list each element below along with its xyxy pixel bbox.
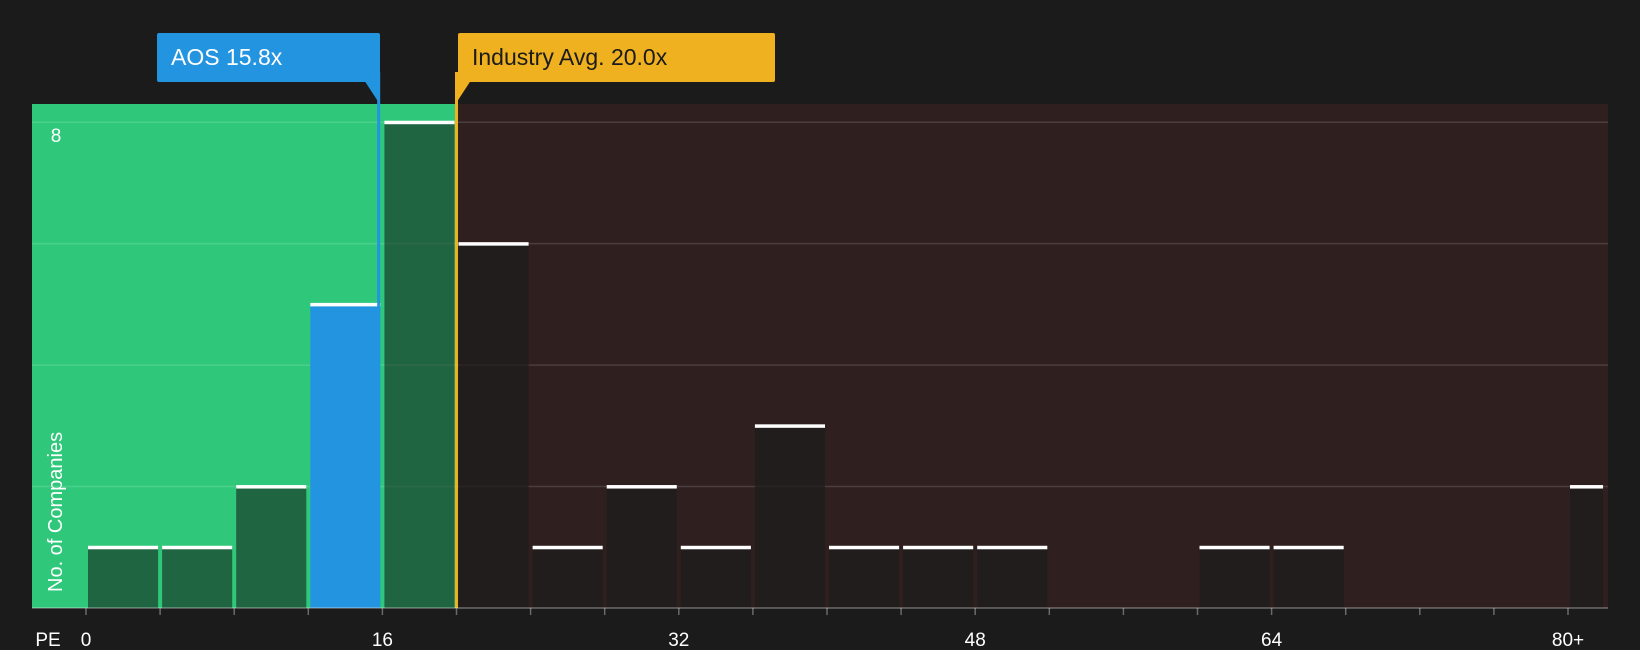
bar-cap: [88, 545, 159, 550]
industry-avg-callout: Industry Avg. 20.0x: [458, 33, 775, 82]
y-tick-label: 8: [51, 126, 62, 147]
pe-distribution-chart: 0 16 32 48 64 80+ PE 8 No. of Companies: [32, 72, 1608, 650]
bar-cap: [458, 242, 529, 246]
histogram-bar: [1570, 486, 1604, 608]
bar-cap: [236, 485, 307, 489]
histogram-bar: [1199, 547, 1270, 608]
histogram-bar: [606, 486, 677, 608]
histogram-bar: [532, 547, 603, 608]
histogram-bar: [977, 547, 1048, 608]
histogram-bar: [1273, 547, 1344, 608]
bar-cap: [977, 545, 1048, 550]
histogram-bar: [236, 486, 307, 608]
bar-cap: [310, 302, 381, 307]
histogram-bar: [903, 547, 974, 608]
histogram-bar: [458, 243, 529, 608]
bar-cap: [1199, 545, 1270, 550]
x-tick-label: 0: [81, 630, 92, 650]
histogram-bar: [88, 547, 159, 608]
bar-cap: [384, 120, 455, 125]
bar-cap: [1570, 485, 1604, 489]
bar-cap: [162, 545, 233, 550]
y-axis-label: No. of Companies: [45, 432, 67, 592]
x-tick-label: 16: [372, 630, 393, 650]
company-pe-value: 15.8x: [225, 44, 283, 70]
histogram-bar: [829, 547, 900, 608]
x-axis-title: PE: [35, 630, 60, 650]
bar-cap: [903, 545, 974, 550]
company-ticker: AOS: [171, 44, 220, 70]
bar-cap: [754, 424, 825, 428]
x-tick-label: 32: [668, 630, 689, 650]
histogram-bar: [162, 547, 233, 608]
histogram-bar: [384, 122, 455, 609]
bar-cap: [532, 545, 603, 550]
histogram-bar: [680, 547, 751, 608]
bar-cap: [680, 545, 751, 550]
bar-cap: [829, 545, 900, 550]
x-tick-label: 64: [1261, 630, 1283, 650]
histogram-bar: [754, 425, 825, 608]
bar-cap: [606, 485, 677, 489]
bar-cap: [1273, 545, 1344, 550]
x-tick-label: 80+: [1552, 630, 1584, 650]
industry-avg-value: 20.0x: [610, 44, 668, 70]
company-pe-callout: AOS 15.8x: [157, 33, 380, 82]
industry-avg-label: Industry Avg.: [472, 44, 605, 70]
histogram-bar: [310, 304, 381, 608]
x-tick-label: 48: [965, 630, 986, 650]
